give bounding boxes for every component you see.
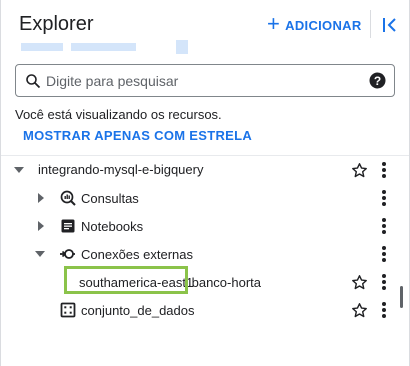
more-vert-icon[interactable] xyxy=(379,217,389,235)
tree-row-notebooks[interactable]: Notebooks xyxy=(1,212,409,240)
caret-down-icon[interactable] xyxy=(12,163,26,177)
notebook-icon xyxy=(61,219,75,233)
more-vert-icon[interactable] xyxy=(379,189,389,207)
more-vert-icon[interactable] xyxy=(379,301,389,319)
tree-row-dataset[interactable]: conjunto_de_dados xyxy=(1,296,409,324)
tree-item-label: Notebooks xyxy=(81,219,144,234)
query-icon xyxy=(60,190,76,206)
info-text: Você está visualizando os recursos. xyxy=(15,107,222,122)
project-label: integrando-mysql-e-bigquery xyxy=(38,162,204,177)
show-starred-only-link[interactable]: MOSTRAR APENAS COM ESTRELA xyxy=(23,128,252,143)
search-icon xyxy=(26,74,41,89)
external-connection-icon xyxy=(60,249,75,259)
star-outline-icon[interactable] xyxy=(351,274,368,291)
tree-row-external-connections[interactable]: Conexões externas xyxy=(1,240,409,268)
dataset-label: conjunto_de_dados xyxy=(81,303,195,318)
header-divider xyxy=(370,10,371,38)
search-input[interactable] xyxy=(46,71,346,91)
caret-right-icon[interactable] xyxy=(34,219,48,233)
tree-item-label: Conexões externas xyxy=(81,247,194,262)
connection-name-label: .banco-horta xyxy=(188,275,261,290)
more-vert-icon[interactable] xyxy=(379,161,389,179)
dataset-icon xyxy=(60,302,76,318)
collapse-panel-icon[interactable] xyxy=(379,14,401,36)
scrollbar-thumb[interactable] xyxy=(400,286,403,308)
faded-background-artifact xyxy=(21,40,188,54)
star-outline-icon[interactable] xyxy=(351,162,368,179)
more-vert-icon[interactable] xyxy=(379,273,389,291)
help-icon[interactable]: ? xyxy=(369,72,386,89)
more-vert-icon[interactable] xyxy=(379,245,389,263)
panel-title: Explorer xyxy=(19,13,94,35)
add-button-label: ADICIONAR xyxy=(285,17,362,33)
plus-icon: + xyxy=(267,11,281,36)
explorer-panel: Explorer + ADICIONAR ? Você está visuali… xyxy=(0,0,410,366)
tree-item-label: Consultas xyxy=(81,191,139,206)
caret-down-icon[interactable] xyxy=(33,247,47,261)
svg-text:?: ? xyxy=(374,74,381,88)
highlight-box xyxy=(64,266,188,294)
star-outline-icon[interactable] xyxy=(351,302,368,319)
tree-row-project[interactable]: integrando-mysql-e-bigquery xyxy=(1,156,409,184)
caret-right-icon[interactable] xyxy=(34,191,48,205)
tree-row-connection[interactable]: southamerica-east1 .banco-horta xyxy=(1,268,409,296)
search-box: ? xyxy=(15,64,395,97)
tree-row-consultas[interactable]: Consultas xyxy=(1,184,409,212)
add-button[interactable]: + ADICIONAR xyxy=(267,11,362,36)
